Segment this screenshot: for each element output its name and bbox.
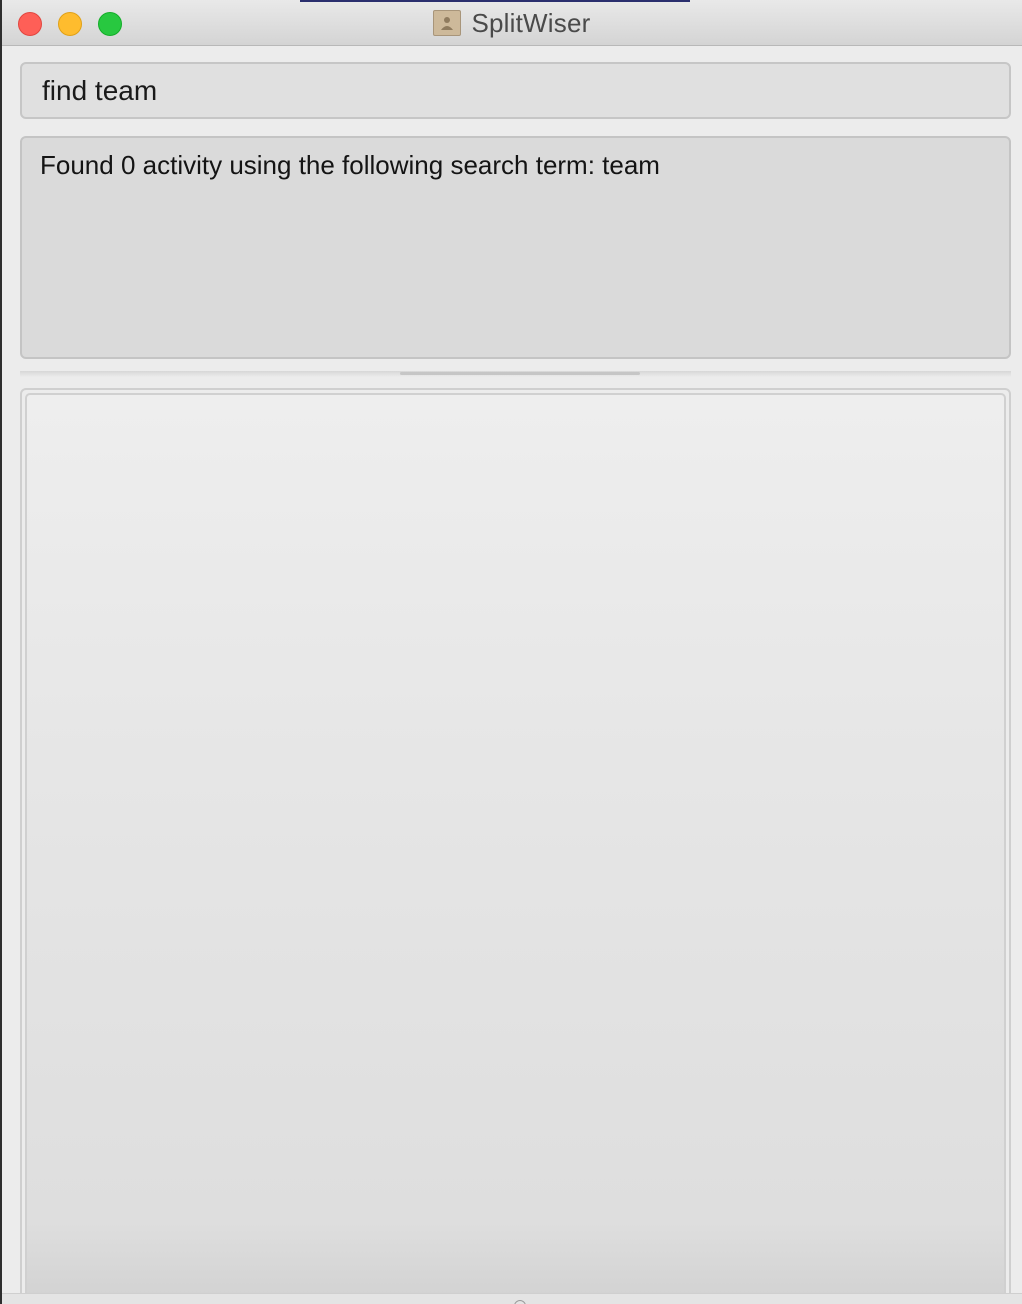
app-window: SplitWiser Found 0 activity using the fo…: [0, 0, 1022, 1304]
activity-list[interactable]: [25, 393, 1006, 1304]
resize-indicator-icon: [514, 1300, 526, 1304]
command-input[interactable]: [20, 62, 1011, 119]
split-divider[interactable]: [20, 371, 1011, 377]
title-bar[interactable]: SplitWiser: [2, 0, 1022, 46]
status-bar: [2, 1293, 1022, 1304]
result-message: Found 0 activity using the following sea…: [40, 150, 660, 180]
title-group: SplitWiser: [2, 0, 1022, 46]
divider-handle[interactable]: [400, 372, 640, 375]
window-title: SplitWiser: [471, 7, 591, 38]
activity-list-panel[interactable]: [20, 388, 1011, 1304]
result-display: Found 0 activity using the following sea…: [20, 136, 1011, 359]
app-document-icon: [433, 10, 462, 36]
